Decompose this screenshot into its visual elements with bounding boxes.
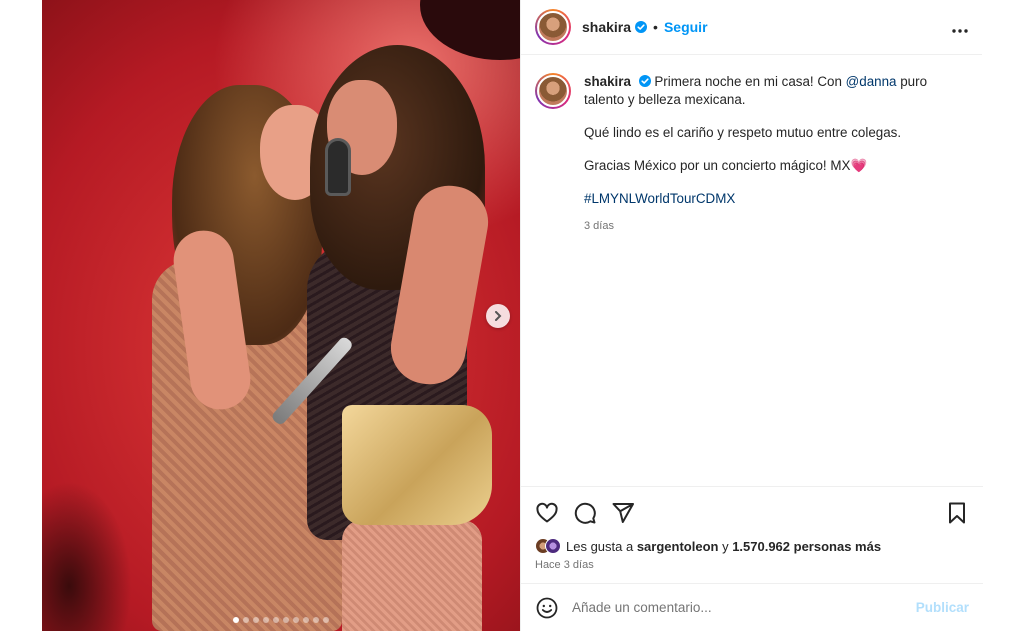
more-options-icon[interactable] — [952, 17, 968, 38]
liker-avatar — [545, 538, 561, 554]
carousel-dot[interactable] — [253, 617, 259, 623]
right-performer-legs — [342, 520, 482, 631]
right-performer-skirt — [342, 405, 492, 525]
post-detail-panel: shakira • Seguir shakira Primera noche e… — [520, 0, 983, 631]
likes-text: y — [718, 538, 733, 554]
comment-bar: Publicar — [521, 583, 983, 631]
separator-dot: • — [653, 19, 658, 35]
save-bookmark-icon[interactable] — [945, 501, 969, 525]
avatar[interactable] — [535, 73, 571, 109]
post-image[interactable] — [42, 0, 520, 631]
carousel-dot[interactable] — [283, 617, 289, 623]
caption-timestamp[interactable]: 3 días — [584, 217, 964, 235]
username-link[interactable]: shakira — [582, 19, 631, 35]
caption-username[interactable]: shakira — [584, 74, 631, 89]
avatar[interactable] — [535, 9, 571, 45]
mention-link[interactable]: @danna — [846, 74, 897, 89]
carousel-dot[interactable] — [313, 617, 319, 623]
carousel-dot[interactable] — [323, 617, 329, 623]
caption-line: Gracias México por un concierto mágico! … — [584, 158, 851, 173]
liker-username[interactable]: sargentoleon — [637, 539, 719, 554]
next-slide-button[interactable] — [486, 304, 510, 328]
chevron-right-icon — [495, 311, 502, 321]
share-send-icon[interactable] — [611, 501, 635, 525]
comment-input[interactable] — [572, 600, 916, 615]
comment-icon[interactable] — [573, 501, 597, 525]
verified-badge-icon — [638, 75, 651, 87]
hashtag-link[interactable]: #LMYNLWorldTourCDMX — [584, 191, 735, 206]
publish-button[interactable]: Publicar — [916, 600, 969, 615]
carousel-dots — [42, 617, 520, 623]
caption-text: Primera noche en mi casa! Con — [654, 74, 846, 89]
post-timestamp[interactable]: Hace 3 días — [535, 559, 969, 571]
carousel-dot[interactable] — [273, 617, 279, 623]
verified-badge-icon — [635, 21, 648, 33]
carousel-dot[interactable] — [263, 617, 269, 623]
emoji-icon[interactable] — [535, 596, 559, 620]
carousel-dot[interactable] — [233, 617, 239, 623]
caption-line: Qué lindo es el cariño y respeto mutuo e… — [584, 125, 902, 140]
like-heart-icon[interactable] — [535, 501, 559, 525]
post-caption: shakira Primera noche en mi casa! Con @d… — [521, 55, 982, 235]
stage-equipment — [42, 481, 132, 631]
heart-emoji: 💗 — [850, 158, 868, 173]
likes-text: Les gusta a — [566, 538, 637, 554]
likes-summary[interactable]: Les gusta a sargentoleon y 1.570.962 per… — [535, 538, 969, 554]
carousel-dot[interactable] — [293, 617, 299, 623]
post-header: shakira • Seguir — [521, 0, 982, 55]
action-bar: Les gusta a sargentoleon y 1.570.962 per… — [521, 486, 983, 571]
follow-button[interactable]: Seguir — [664, 19, 708, 35]
likes-count[interactable]: 1.570.962 personas más — [732, 539, 881, 554]
microphone-black — [325, 138, 351, 196]
carousel-dot[interactable] — [303, 617, 309, 623]
carousel-dot[interactable] — [243, 617, 249, 623]
